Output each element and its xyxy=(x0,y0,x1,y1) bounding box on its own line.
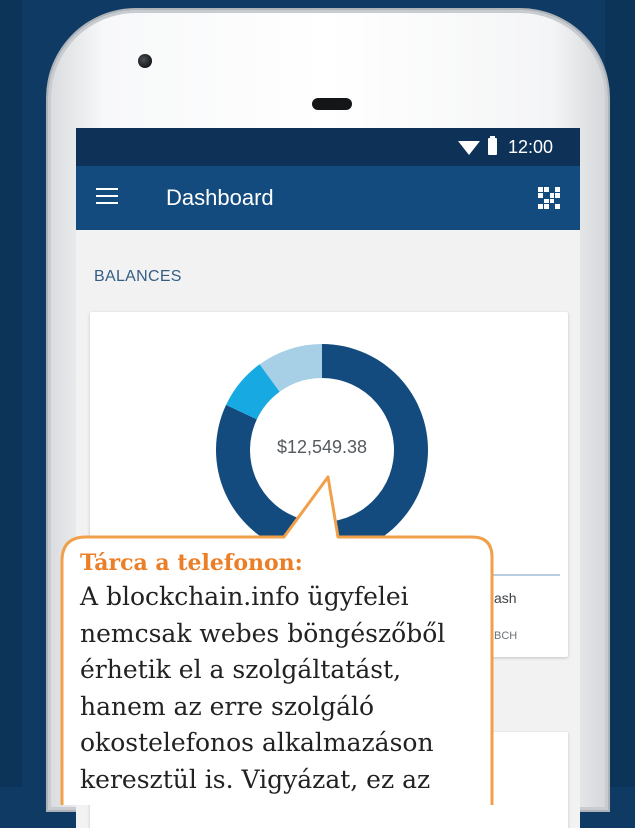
callout-line: hanem az erre szolgáló xyxy=(80,691,375,721)
wifi-icon xyxy=(458,141,480,155)
legend-currency-code: BCH xyxy=(494,630,518,642)
balances-section-label: BALANCES xyxy=(94,268,182,285)
background-right-panel xyxy=(605,0,635,787)
callout-text: Tárca a telefonon: A blockchain.info ügy… xyxy=(80,547,490,798)
callout-title: Tárca a telefonon: xyxy=(80,550,303,576)
callout-box: Tárca a telefonon: A blockchain.info ügy… xyxy=(58,475,496,805)
callout-line: nemcsak webes böngészőből xyxy=(80,618,446,648)
earpiece-speaker xyxy=(312,98,352,110)
page-title: Dashboard xyxy=(166,185,274,210)
app-bar: Dashboard xyxy=(76,166,580,230)
callout-line: A blockchain.info ügyfelei xyxy=(80,582,409,611)
status-bar: 12:00 xyxy=(76,128,580,166)
background-left-panel xyxy=(0,0,22,787)
status-time: 12:00 xyxy=(508,137,554,157)
callout-body: A blockchain.info ügyfelei nemcsak webes… xyxy=(80,579,490,798)
callout-line: érhetik el a szolgáltatást, xyxy=(80,655,402,684)
callout-line: keresztül is. Vigyázat, ez az xyxy=(80,764,431,794)
menu-icon[interactable] xyxy=(96,188,118,206)
qr-code-icon[interactable] xyxy=(538,187,560,209)
front-camera xyxy=(138,54,152,68)
battery-icon xyxy=(488,136,497,155)
callout-line: okostelefonos alkalmazáson xyxy=(80,728,434,757)
total-balance: $12,549.38 xyxy=(276,437,368,457)
legend-currency-name: ash xyxy=(494,590,517,606)
